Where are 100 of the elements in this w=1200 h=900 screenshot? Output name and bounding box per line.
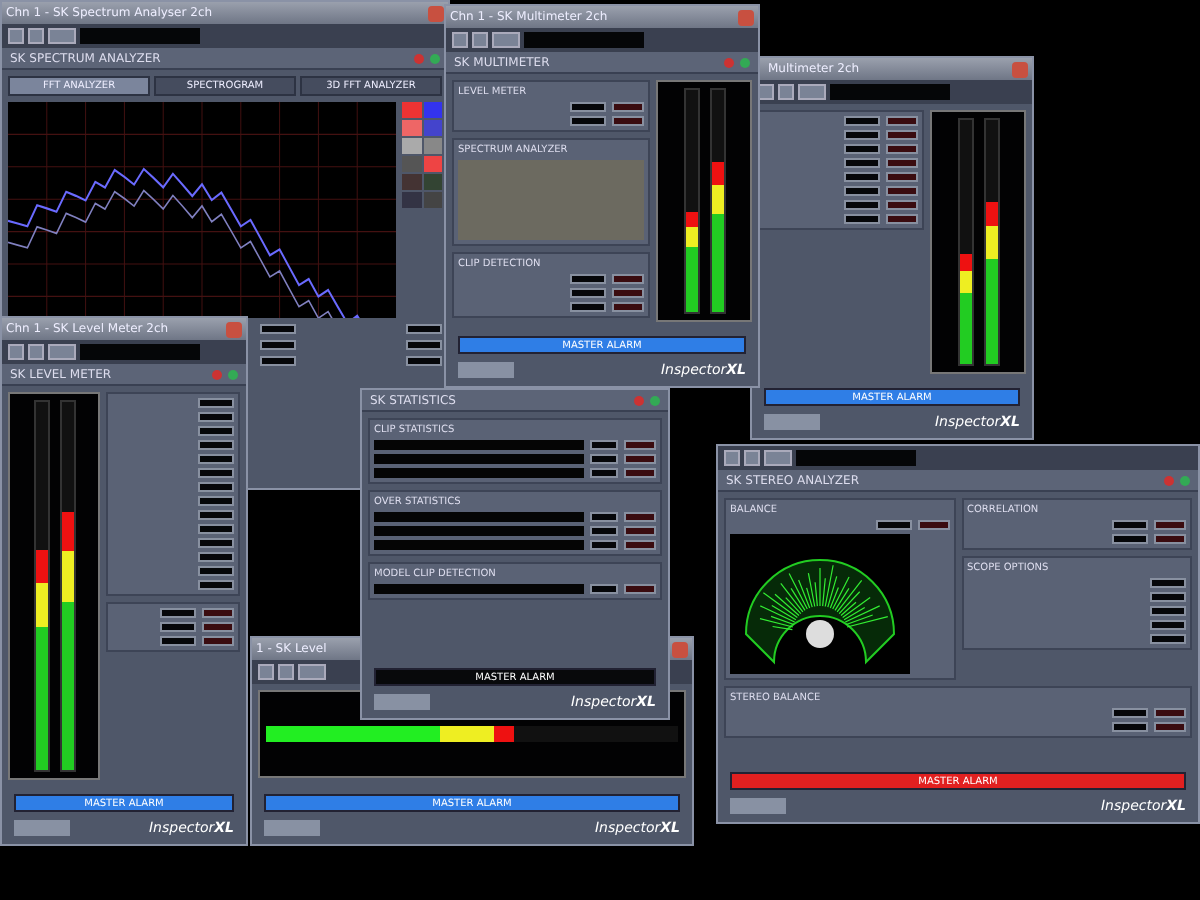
threshold-field <box>624 512 656 522</box>
threshold-field <box>1154 708 1186 718</box>
close-icon[interactable] <box>672 641 688 657</box>
value-field <box>1112 520 1148 530</box>
color-swatch[interactable] <box>423 138 442 154</box>
close-icon[interactable] <box>1012 61 1028 77</box>
threshold-field <box>886 186 918 196</box>
value-field <box>198 454 234 464</box>
value-field <box>1112 708 1148 718</box>
value-field <box>160 636 196 646</box>
color-swatch[interactable] <box>423 102 442 118</box>
threshold-field <box>612 302 644 312</box>
value-field <box>844 200 880 210</box>
toolbar-icon[interactable] <box>764 450 792 466</box>
value-field <box>570 288 606 298</box>
threshold-field <box>612 274 644 284</box>
value-field <box>1150 620 1186 630</box>
color-swatch[interactable] <box>423 120 442 136</box>
threshold-field <box>624 440 656 450</box>
value-field <box>844 144 880 154</box>
brand-logo <box>730 798 786 814</box>
value-field <box>570 102 606 112</box>
value-field <box>198 580 234 590</box>
preset-field[interactable] <box>830 84 950 100</box>
value-field <box>844 116 880 126</box>
value-field <box>198 538 234 548</box>
close-icon[interactable] <box>428 5 444 21</box>
color-swatch[interactable] <box>402 120 421 136</box>
value-field <box>259 324 296 334</box>
value-field <box>198 482 234 492</box>
value-field <box>1112 534 1148 544</box>
threshold-field <box>1154 534 1186 544</box>
value-field <box>844 130 880 140</box>
threshold-field <box>624 468 656 478</box>
value-field <box>570 274 606 284</box>
brand-logo <box>374 694 430 710</box>
value-field <box>198 524 234 534</box>
value-field <box>590 440 618 450</box>
value-field <box>198 468 234 478</box>
threshold-field <box>917 520 949 530</box>
threshold-field <box>886 144 918 154</box>
value-field <box>844 186 880 196</box>
value-field <box>590 540 618 550</box>
color-swatch[interactable] <box>423 156 442 172</box>
value-field <box>160 622 196 632</box>
value-field <box>844 158 880 168</box>
value-field <box>198 426 234 436</box>
threshold-field <box>1154 722 1186 732</box>
value-field <box>590 454 618 464</box>
value-field <box>1112 722 1148 732</box>
color-swatch[interactable] <box>402 192 421 208</box>
threshold-field <box>624 540 656 550</box>
threshold-field <box>624 584 656 594</box>
value-field <box>590 526 618 536</box>
color-swatch[interactable] <box>423 174 442 190</box>
brand-logo <box>14 820 70 836</box>
threshold-field <box>624 526 656 536</box>
value-field <box>570 116 606 126</box>
preset-field[interactable] <box>796 450 916 466</box>
threshold-field <box>612 102 644 112</box>
toolbar-icon[interactable] <box>48 344 76 360</box>
brand-logo <box>764 414 820 430</box>
toolbar-icon[interactable] <box>298 664 326 680</box>
color-swatch[interactable] <box>402 156 421 172</box>
close-icon[interactable] <box>738 9 754 25</box>
value-field <box>570 302 606 312</box>
threshold-field <box>886 130 918 140</box>
threshold-field <box>624 454 656 464</box>
threshold-field <box>886 116 918 126</box>
value-field <box>198 398 234 408</box>
value-field <box>1150 578 1186 588</box>
value-field <box>590 584 618 594</box>
threshold-field <box>886 172 918 182</box>
preset-field[interactable] <box>80 28 200 44</box>
color-swatch[interactable] <box>402 138 421 154</box>
toolbar-icon[interactable] <box>48 28 76 44</box>
threshold-field <box>612 288 644 298</box>
brand-logo <box>264 820 320 836</box>
value-field <box>844 214 880 224</box>
close-icon[interactable] <box>226 321 242 337</box>
value-field <box>259 340 296 350</box>
value-field <box>875 520 911 530</box>
value-field <box>198 510 234 520</box>
value-field <box>1150 634 1186 644</box>
value-field <box>590 468 618 478</box>
value-field <box>198 412 234 422</box>
value-field <box>590 512 618 522</box>
value-field <box>844 172 880 182</box>
value-field <box>198 552 234 562</box>
value-field <box>198 440 234 450</box>
value-field <box>198 566 234 576</box>
color-swatch[interactable] <box>423 192 442 208</box>
color-swatch[interactable] <box>402 102 421 118</box>
preset-field[interactable] <box>80 344 200 360</box>
toolbar-icon[interactable] <box>798 84 826 100</box>
color-swatch[interactable] <box>402 174 421 190</box>
value-field <box>198 496 234 506</box>
preset-field[interactable] <box>524 32 644 48</box>
toolbar-icon[interactable] <box>492 32 520 48</box>
value-field <box>259 356 296 366</box>
